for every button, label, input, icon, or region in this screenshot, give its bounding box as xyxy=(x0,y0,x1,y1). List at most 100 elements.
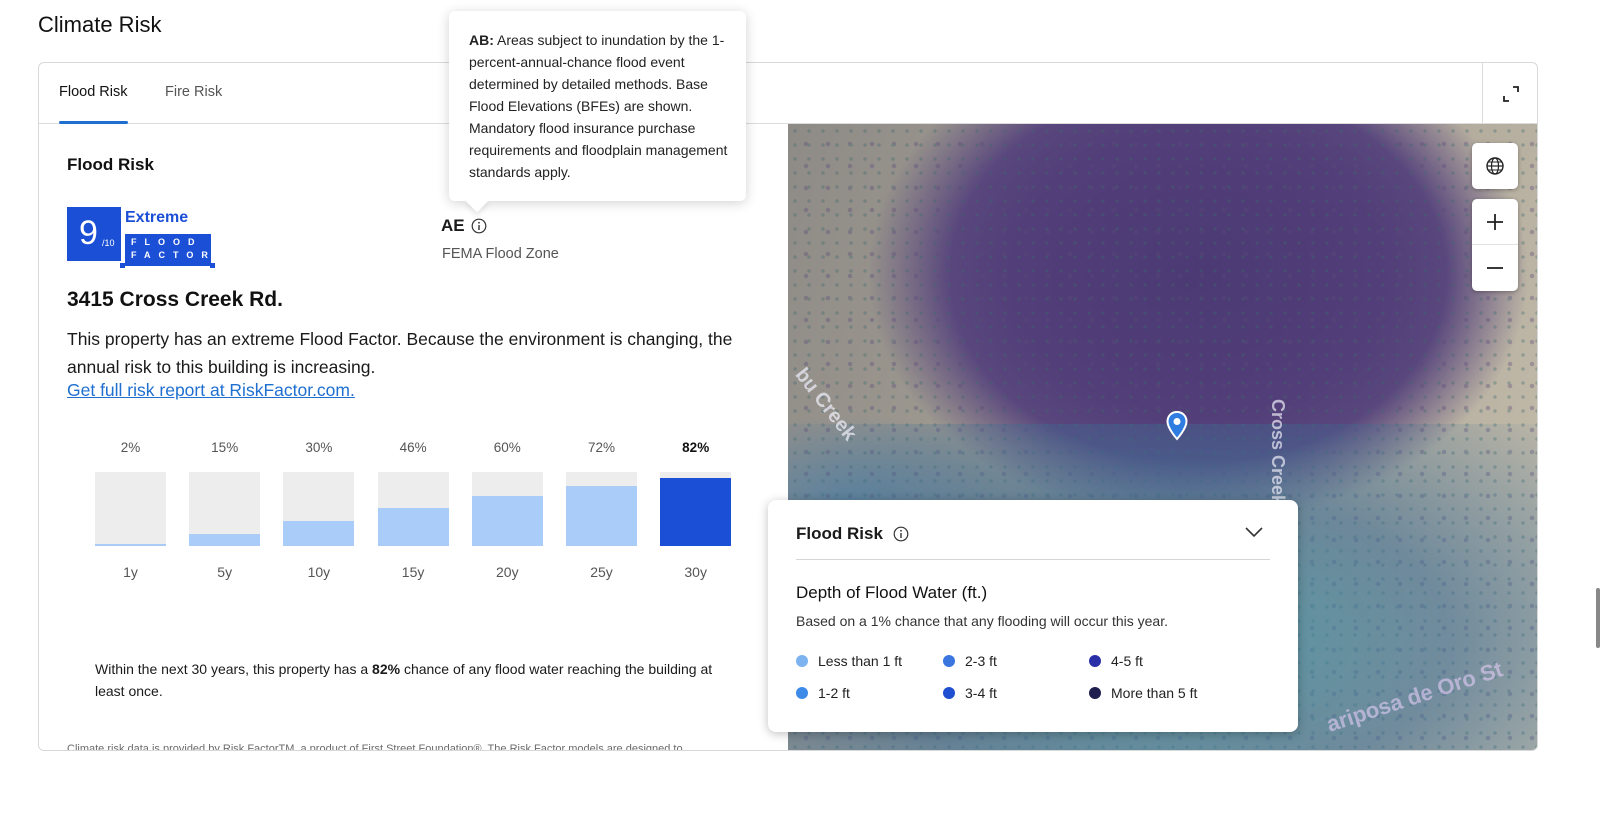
legend-swatch xyxy=(943,655,955,667)
legend-item: 2-3 ft xyxy=(943,653,997,669)
legend-swatch xyxy=(1089,655,1101,667)
legend-item-label: More than 5 ft xyxy=(1111,685,1198,701)
flood-factor-score: 9 xyxy=(79,214,98,252)
logo-corner-mark xyxy=(120,263,125,268)
section-title: Flood Risk xyxy=(67,155,154,174)
flood-factor-logo: FLOOD FACTOR xyxy=(125,234,211,266)
bar-year-label: 5y xyxy=(217,564,233,580)
chevron-down-icon[interactable] xyxy=(1244,525,1264,539)
zoom-in-icon xyxy=(1487,213,1503,230)
flood-factor-level: Extreme xyxy=(125,209,189,226)
bar-percent-label: 82% xyxy=(682,440,710,455)
chance-text-before: Within the next 30 years, this property … xyxy=(95,661,373,677)
bar-column: 72% 25y xyxy=(566,440,637,580)
map-legend: Flood Risk Depth of Flood Water (ft.) Ba… xyxy=(768,500,1298,732)
risk-tabs: Flood Risk Fire Risk xyxy=(39,63,1537,124)
bar-year-label: 1y xyxy=(123,564,138,580)
risk-description: This property has an extreme Flood Facto… xyxy=(67,329,733,377)
bar-year-label: 30y xyxy=(684,564,707,580)
fema-zone-code: AE xyxy=(441,216,487,236)
legend-subtitle: Depth of Flood Water (ft.) xyxy=(796,583,988,602)
bar-percent-label: 60% xyxy=(493,440,521,455)
flood-zone-tooltip: AB: Areas subject to inundation by the 1… xyxy=(449,11,746,213)
bar-percent-label: 15% xyxy=(211,440,239,455)
fema-zone-label: FEMA Flood Zone xyxy=(442,246,559,262)
bar-percent-label: 2% xyxy=(120,440,141,455)
info-icon[interactable] xyxy=(471,218,487,234)
chance-summary: Within the next 30 years, this property … xyxy=(95,658,715,702)
property-address: 3415 Cross Creek Rd. xyxy=(67,288,283,311)
bar-track xyxy=(566,472,637,546)
location-pin-icon[interactable] xyxy=(1166,411,1188,441)
bar xyxy=(471,496,543,546)
legend-item-label: 3-4 ft xyxy=(965,685,997,701)
legend-item-label: Less than 1 ft xyxy=(818,653,903,669)
info-icon[interactable] xyxy=(893,526,909,542)
bar-track xyxy=(283,472,355,546)
bar-track xyxy=(189,472,261,546)
bar-column: 82% 30y xyxy=(660,440,732,580)
bar xyxy=(566,486,637,546)
bar-track xyxy=(660,472,732,546)
zoom-in-button[interactable] xyxy=(1472,199,1518,245)
bar-year-label: 15y xyxy=(401,564,425,580)
legend-item: 3-4 ft xyxy=(943,685,997,701)
bar xyxy=(189,533,261,546)
legend-swatch xyxy=(796,655,808,667)
expand-button[interactable] xyxy=(1482,63,1537,124)
page-title: Climate Risk xyxy=(38,12,162,37)
legend-title-text: Flood Risk xyxy=(796,524,883,543)
expand-icon xyxy=(1503,85,1519,102)
bar-year-label: 10y xyxy=(307,564,331,580)
bar-column: 60% 20y xyxy=(471,440,543,580)
bar-track xyxy=(471,472,543,546)
legend-title: Flood Risk xyxy=(796,524,909,544)
legend-note: Based on a 1% chance that any flooding w… xyxy=(796,613,1168,629)
legend-swatch xyxy=(943,687,955,699)
flood-factor-logo-line1: FLOOD xyxy=(131,237,203,247)
bar-column: 30% 10y xyxy=(283,440,355,580)
map-layer-control xyxy=(1472,143,1518,189)
fema-zone-value: AE xyxy=(441,216,465,235)
bar-track xyxy=(95,472,166,546)
tooltip-text: Areas subject to inundation by the 1-per… xyxy=(469,32,728,180)
tab-fire-risk[interactable]: Fire Risk xyxy=(165,63,222,124)
map-zoom-control xyxy=(1472,199,1518,291)
bar-column: 15% 5y xyxy=(189,440,261,580)
legend-swatch xyxy=(1089,687,1101,699)
legend-item-label: 2-3 ft xyxy=(965,653,997,669)
globe-icon xyxy=(1486,157,1504,175)
legend-item: More than 5 ft xyxy=(1089,685,1197,701)
tooltip-code: AB: xyxy=(469,32,494,48)
bar xyxy=(377,507,449,546)
data-source-footnote: Climate risk data is provided by Risk Fa… xyxy=(67,743,683,751)
globe-button[interactable] xyxy=(1472,143,1518,189)
legend-item: 4-5 ft xyxy=(1089,653,1143,669)
bar-year-label: 20y xyxy=(496,564,519,580)
legend-item-label: 1-2 ft xyxy=(818,685,850,701)
page-scrollbar[interactable] xyxy=(1596,588,1600,648)
zoom-out-icon xyxy=(1487,267,1503,269)
flood-factor-logo-line2: FACTOR xyxy=(131,250,216,260)
bar-year-label: 25y xyxy=(590,564,613,580)
bar-track xyxy=(377,472,449,546)
flood-factor-badge: 9 /10 Extreme FLOOD FACTOR xyxy=(67,207,217,269)
flood-probability-chart: 2% 1y 15% 5y 30% 10y 46% 15y 60% 20y 72% 25y 82% 30y xyxy=(95,440,735,580)
full-report-link[interactable]: Get full risk report at RiskFactor.com. xyxy=(67,380,355,401)
logo-corner-mark xyxy=(210,263,215,268)
bar-percent-label: 30% xyxy=(305,440,333,455)
flood-risk-panel: Flood Risk 9 /10 Extreme FLOOD FACTOR AE… xyxy=(39,124,788,751)
legend-swatch xyxy=(796,687,808,699)
legend-header[interactable]: Flood Risk xyxy=(796,524,1270,560)
bar-percent-label: 46% xyxy=(399,440,427,455)
chance-highlight: 82% xyxy=(372,661,401,677)
flood-factor-score-box: 9 /10 xyxy=(67,207,121,261)
flood-factor-scale: /10 xyxy=(102,238,115,248)
bar xyxy=(283,521,355,546)
bar xyxy=(660,478,732,546)
zoom-out-button[interactable] xyxy=(1472,245,1518,291)
bar xyxy=(95,544,166,546)
legend-item: Less than 1 ft xyxy=(796,653,902,669)
tab-flood-risk[interactable]: Flood Risk xyxy=(59,63,128,124)
legend-item-label: 4-5 ft xyxy=(1111,653,1143,669)
